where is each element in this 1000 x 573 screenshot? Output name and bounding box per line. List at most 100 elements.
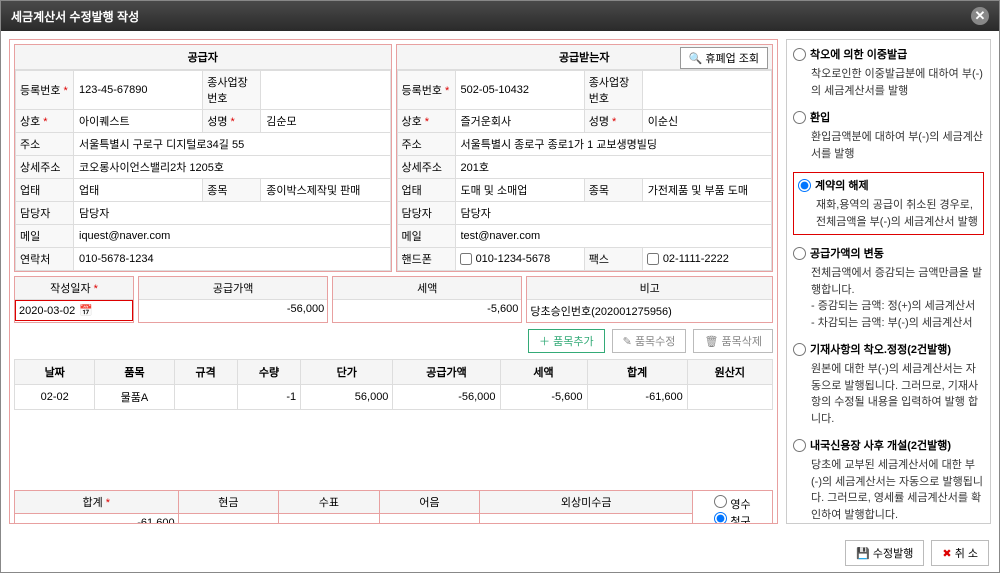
reason-radio[interactable]: [793, 247, 806, 260]
th-origin: 원산지: [687, 360, 772, 385]
customer-fax[interactable]: [662, 252, 752, 266]
label-c-name: 성명: [584, 110, 642, 133]
reason-radio[interactable]: [793, 439, 806, 452]
label-c-subbiz: 종사업장번호: [584, 71, 642, 110]
summary-date[interactable]: 2020-03-02: [19, 305, 75, 317]
mobile-checkbox[interactable]: [460, 253, 472, 265]
customer-regno[interactable]: [460, 83, 580, 97]
customer-company[interactable]: [460, 114, 580, 128]
label-contact: 연락처: [16, 248, 74, 271]
cancel-icon: [942, 548, 954, 560]
reason-option-0[interactable]: 착오에 의한 이중발급착오로인한 이중발급분에 대하여 부(-)의 세금계산서를…: [793, 46, 984, 99]
supplier-header: 공급자: [15, 45, 391, 70]
label-c-fax: 팩스: [584, 248, 642, 271]
label-remark: 비고: [527, 277, 772, 300]
reason-option-3[interactable]: 공급가액의 변동전체금액에서 증감되는 금액만큼을 발행합니다.- 증감되는 금…: [793, 245, 984, 331]
receipt-radio[interactable]: 영수: [714, 499, 750, 511]
label-subbiz: 종사업장번호: [203, 71, 261, 110]
supplier-bizitem[interactable]: [265, 183, 385, 197]
customer-panel: 공급받는자 휴폐업 조회 등록번호 종사업장번호 상호 성명: [396, 44, 774, 272]
reason-radio[interactable]: [793, 343, 806, 356]
edit-item-button[interactable]: ✎ 품목수정: [612, 329, 687, 353]
reason-radio[interactable]: [793, 111, 806, 124]
lookup-button[interactable]: 휴폐업 조회: [680, 47, 768, 69]
supplier-addr2[interactable]: [78, 160, 386, 174]
label-c-manager: 담당자: [397, 202, 455, 225]
label-c-company: 상호: [397, 110, 455, 133]
reason-option-4[interactable]: 기재사항의 착오.정정(2건발행)원본에 대한 부(-)의 세금계산서는 자동으…: [793, 341, 984, 427]
label-company: 상호: [16, 110, 74, 133]
label-c-mobile: 핸드폰: [397, 248, 455, 271]
label-c-regno: 등록번호: [397, 71, 455, 110]
label-bizitem: 종목: [203, 179, 261, 202]
supplier-company[interactable]: [78, 114, 198, 128]
close-icon[interactable]: ✕: [971, 7, 989, 25]
reason-option-1[interactable]: 환입환입금액분에 대하여 부(-)의 세금계산서를 발행: [793, 109, 984, 162]
customer-name[interactable]: [647, 114, 767, 128]
customer-header-text: 공급받는자: [559, 52, 610, 64]
table-row[interactable]: 02-02물품A-156,000-56,000-5,600-61,600: [15, 385, 773, 410]
reason-radio[interactable]: [793, 48, 806, 61]
customer-manager[interactable]: [460, 206, 768, 220]
calendar-icon[interactable]: [79, 304, 93, 317]
th-price: 단가: [301, 360, 393, 385]
cheque-value[interactable]: [279, 514, 380, 525]
summary-remark[interactable]: 당초승인번호(202001275956): [527, 300, 772, 322]
save-icon: [856, 548, 873, 560]
note-value[interactable]: [379, 514, 480, 525]
label-addr: 주소: [16, 133, 74, 156]
summary-tax: -5,600: [333, 300, 521, 318]
supplier-name[interactable]: [265, 114, 385, 128]
delete-item-button[interactable]: 🗑 품목삭제: [693, 329, 773, 353]
th-spec: 규격: [174, 360, 237, 385]
label-note: 어음: [379, 491, 480, 514]
label-total: 합계: [15, 491, 179, 514]
th-date: 날짜: [15, 360, 95, 385]
label-c-biztype: 업태: [397, 179, 455, 202]
supplier-contact[interactable]: [78, 252, 386, 266]
label-c-addr: 주소: [397, 133, 455, 156]
supplier-biztype[interactable]: [78, 183, 198, 197]
reason-radio[interactable]: [798, 179, 811, 192]
label-manager: 담당자: [16, 202, 74, 225]
label-cheque: 수표: [279, 491, 380, 514]
summary-supply: -56,000: [139, 300, 327, 318]
add-item-button[interactable]: ＋ 품목추가: [528, 329, 605, 353]
credit-value[interactable]: [480, 514, 693, 525]
th-name: 품목: [95, 360, 174, 385]
fax-checkbox[interactable]: [647, 253, 659, 265]
label-date: 작성일자: [15, 277, 133, 300]
customer-header: 공급받는자 휴폐업 조회: [397, 45, 773, 70]
customer-addr[interactable]: [460, 137, 768, 151]
customer-bizitem[interactable]: [647, 183, 767, 197]
reason-option-5[interactable]: 내국신용장 사후 개설(2건발행)당초에 교부된 세금계산서에 대한 부(-)의…: [793, 437, 984, 523]
customer-biztype[interactable]: [460, 183, 580, 197]
title-bar: 세금계산서 수정발행 작성 ✕: [1, 1, 999, 31]
charge-radio[interactable]: 청구: [714, 516, 750, 525]
label-addr2: 상세주소: [16, 156, 74, 179]
label-supply: 공급가액: [139, 277, 327, 300]
window-title: 세금계산서 수정발행 작성: [11, 8, 139, 25]
customer-email[interactable]: [460, 229, 768, 243]
label-name: 성명: [203, 110, 261, 133]
customer-addr2[interactable]: [460, 160, 768, 174]
cash-value[interactable]: [178, 514, 279, 525]
customer-subbiz[interactable]: [647, 83, 767, 97]
supplier-addr[interactable]: [78, 137, 386, 151]
label-c-email: 메일: [397, 225, 455, 248]
totals-table: 합계 현금 수표 어음 외상미수금 영수 청구 -61,600: [14, 490, 773, 524]
reason-option-2[interactable]: 계약의 해제재화,용역의 공급이 취소된 경우로, 전체금액을 부(-)의 세금…: [793, 172, 984, 235]
submit-button[interactable]: 수정발행: [845, 540, 924, 566]
reason-panel: 착오에 의한 이중발급착오로인한 이중발급분에 대하여 부(-)의 세금계산서를…: [786, 39, 991, 524]
items-table: 날짜 품목 규격 수량 단가 공급가액 세액 합계 원산지 02-02물품A-1…: [14, 359, 773, 410]
supplier-email[interactable]: [78, 229, 386, 243]
supplier-subbiz[interactable]: [265, 83, 385, 97]
supplier-manager[interactable]: [78, 206, 386, 220]
label-cash: 현금: [178, 491, 279, 514]
th-qty: 수량: [237, 360, 300, 385]
th-tax: 세액: [500, 360, 587, 385]
cancel-button[interactable]: 취 소: [931, 540, 989, 566]
supplier-regno[interactable]: [78, 83, 198, 97]
customer-mobile[interactable]: [475, 252, 571, 266]
label-c-bizitem: 종목: [584, 179, 642, 202]
